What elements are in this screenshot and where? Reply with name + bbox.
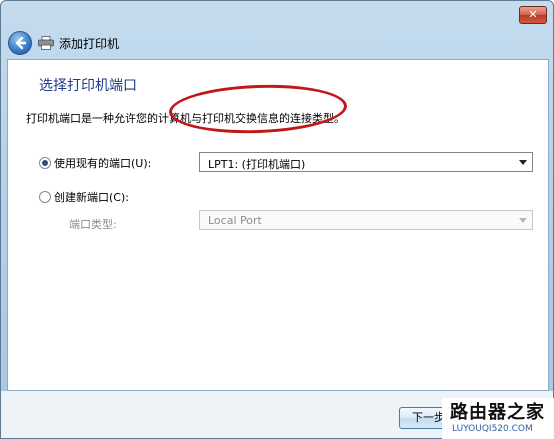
use-existing-port-radio[interactable]: [39, 157, 51, 169]
create-new-port-radio[interactable]: [39, 191, 51, 203]
chevron-down-icon: [519, 160, 527, 165]
close-button[interactable]: ✕: [519, 6, 547, 24]
port-type-label: 端口类型:: [69, 218, 117, 231]
add-printer-window: ✕ 添加打印机 选择打印机端口 打印机端口是一种允许您的计算机与打印机交换信息的…: [0, 0, 554, 439]
watermark: 路由器之家 LUYOUQI520.COM: [442, 398, 554, 439]
watermark-title: 路由器之家: [450, 402, 545, 423]
back-button[interactable]: [8, 31, 32, 55]
printer-icon: [38, 36, 54, 50]
back-arrow-icon: [15, 36, 27, 50]
create-new-port-label: 创建新端口(C):: [54, 191, 129, 204]
watermark-url: LUYOUQI520.COM: [452, 424, 533, 434]
port-type-value: Local Port: [208, 214, 262, 227]
title-bar: ✕: [1, 1, 553, 31]
navigation-bar: 添加打印机: [1, 29, 553, 59]
chevron-down-icon: [519, 218, 527, 223]
port-type-select[interactable]: Local Port: [199, 210, 533, 230]
close-icon: ✕: [528, 8, 538, 21]
use-existing-port-label: 使用现有的端口(U):: [54, 157, 152, 170]
page-title: 选择打印机端口: [39, 78, 137, 94]
window-title: 添加打印机: [59, 37, 120, 51]
wizard-content: 选择打印机端口 打印机端口是一种允许您的计算机与打印机交换信息的连接类型。 使用…: [7, 59, 549, 391]
page-description: 打印机端口是一种允许您的计算机与打印机交换信息的连接类型。: [26, 112, 345, 125]
existing-port-select[interactable]: LPT1: (打印机端口): [199, 152, 533, 172]
existing-port-value: LPT1: (打印机端口): [208, 158, 306, 171]
